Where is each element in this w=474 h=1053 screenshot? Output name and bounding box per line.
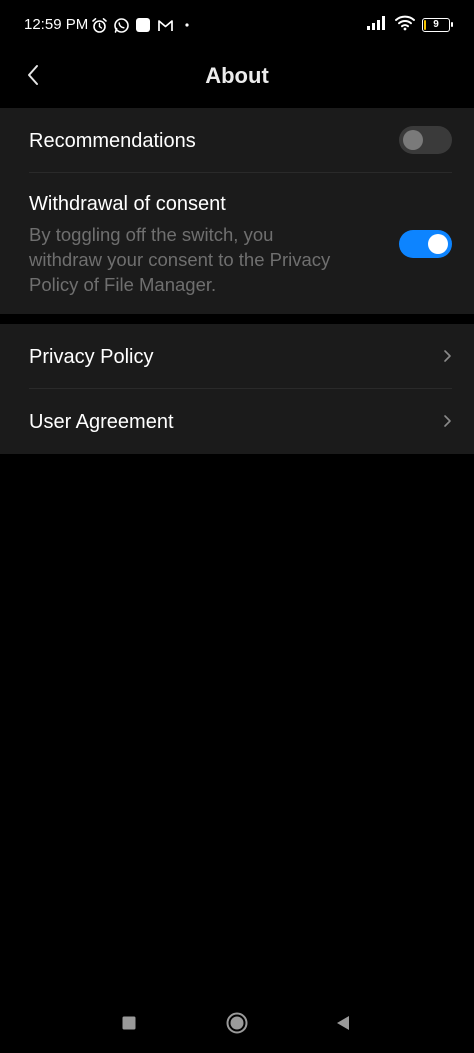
recommendations-label: Recommendations [29, 130, 196, 152]
navigation-bar [0, 1000, 474, 1046]
page-title: About [205, 63, 269, 88]
chevron-right-icon [440, 412, 454, 430]
recents-square-icon [122, 1016, 136, 1030]
recents-button[interactable] [114, 1008, 144, 1038]
alarm-icon [90, 16, 108, 34]
chevron-right-icon [440, 347, 454, 365]
status-time: 12:59 PM [24, 16, 89, 33]
links-section: Privacy Policy User Agreement [0, 324, 474, 454]
header: About [0, 50, 474, 107]
user-agreement-row[interactable]: User Agreement [0, 389, 474, 454]
signal-icon [366, 15, 388, 36]
status-bar: 12:59 PM 9 [0, 0, 474, 50]
consent-section: Recommendations Withdrawal of consent By… [0, 108, 474, 314]
privacy-policy-label: Privacy Policy [29, 346, 154, 368]
withdrawal-label: Withdrawal of consent [29, 193, 226, 215]
gmail-icon [156, 16, 174, 34]
system-icons: 9 [360, 14, 453, 36]
notification-icons [90, 15, 200, 35]
toggle-knob [403, 130, 423, 150]
battery-level [424, 20, 426, 30]
app-square-icon [134, 16, 152, 34]
dot-icon [178, 16, 196, 34]
toggle-knob [428, 234, 448, 254]
recommendations-row[interactable]: Recommendations [0, 108, 474, 172]
battery-icon: 9 [422, 18, 453, 32]
withdrawal-description: By toggling off the switch, you withdraw… [29, 224, 331, 295]
back-nav-button[interactable] [328, 1008, 358, 1038]
battery-level-text: 9 [433, 19, 439, 30]
withdrawal-row[interactable]: Withdrawal of consent By toggling off th… [0, 173, 474, 314]
wifi-icon [394, 14, 416, 36]
home-button[interactable] [222, 1008, 252, 1038]
home-circle-icon [226, 1012, 248, 1034]
whatsapp-icon [112, 16, 130, 34]
back-triangle-icon [337, 1016, 349, 1030]
withdrawal-toggle[interactable] [399, 230, 452, 258]
recommendations-toggle[interactable] [399, 126, 452, 154]
user-agreement-label: User Agreement [29, 411, 174, 433]
privacy-policy-row[interactable]: Privacy Policy [0, 324, 474, 388]
